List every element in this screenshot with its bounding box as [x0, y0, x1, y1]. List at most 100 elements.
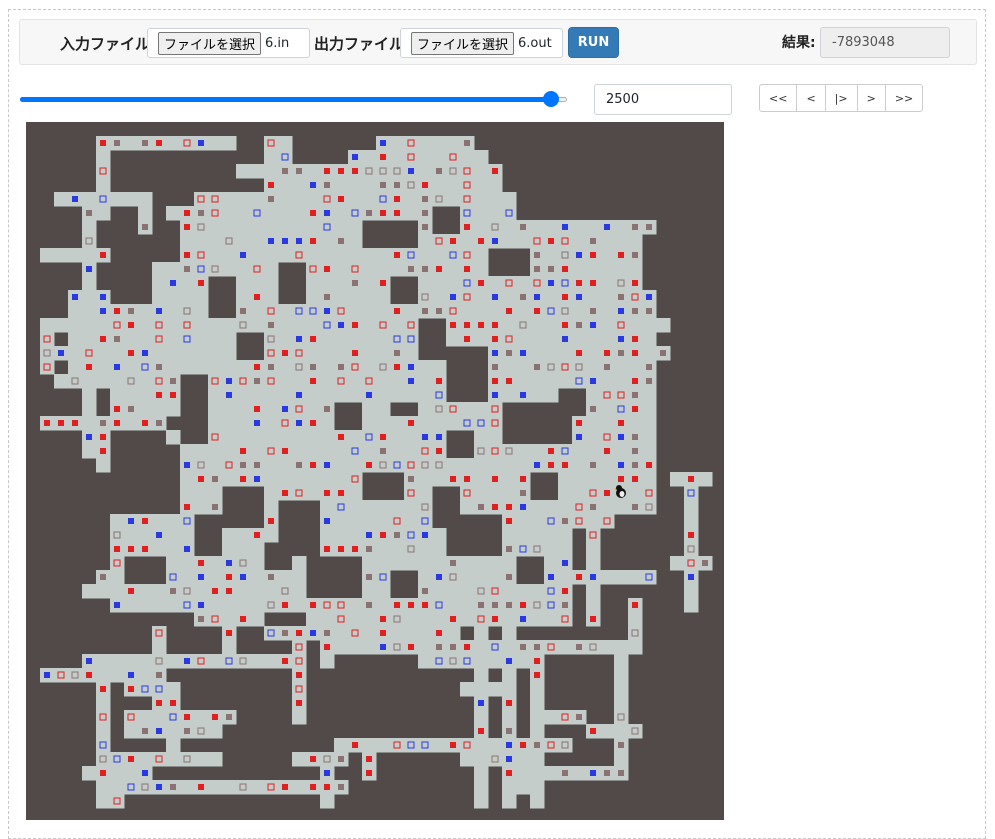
gray-item — [506, 602, 512, 608]
input-file-field[interactable]: ファイルを選択 6.in — [147, 28, 310, 58]
output-file-field[interactable]: ファイルを選択 6.out — [400, 28, 563, 58]
floor-cell — [460, 738, 475, 753]
floor-cell — [222, 640, 237, 655]
floor-cell — [474, 458, 489, 473]
red-item — [506, 700, 512, 706]
floor-cell — [432, 738, 447, 753]
floor-cell — [180, 136, 195, 151]
floor-cell — [460, 584, 475, 599]
floor-cell — [516, 444, 531, 459]
floor-cell — [250, 220, 265, 235]
floor-cell — [572, 458, 587, 473]
floor-cell — [292, 598, 307, 613]
floor-cell — [488, 206, 503, 221]
floor-cell — [208, 192, 223, 207]
red-item — [646, 462, 652, 468]
input-file-button[interactable]: ファイルを選択 — [158, 31, 262, 55]
floor-cell — [40, 248, 55, 263]
gray-item — [366, 210, 372, 216]
floor-cell — [320, 598, 335, 613]
floor-cell — [572, 500, 587, 515]
gray-item — [646, 364, 652, 370]
red-item — [436, 630, 442, 636]
run-button[interactable]: RUN — [568, 27, 619, 58]
red-item — [464, 322, 470, 328]
floor-cell — [460, 234, 475, 249]
blue-item — [548, 280, 554, 286]
floor-cell — [362, 178, 377, 193]
blue-item — [226, 392, 232, 398]
red-item — [156, 392, 162, 398]
red-item — [380, 616, 386, 622]
floor-cell — [320, 346, 335, 361]
floor-cell — [474, 430, 489, 445]
floor-cell — [292, 640, 307, 655]
floor-cell — [474, 290, 489, 305]
floor-cell — [152, 318, 167, 333]
red-item — [352, 546, 358, 552]
floor-cell — [544, 318, 559, 333]
floor-cell — [166, 682, 181, 697]
floor-cell — [572, 332, 587, 347]
floor-cell — [600, 262, 615, 277]
floor-cell — [432, 290, 447, 305]
blue-item — [506, 756, 512, 762]
red-item — [394, 252, 400, 258]
floor-cell — [642, 444, 657, 459]
floor-cell — [166, 752, 181, 767]
turn-slider[interactable] — [20, 91, 567, 107]
floor-cell — [348, 374, 363, 389]
slider-thumb[interactable] — [542, 91, 559, 107]
floor-cell — [474, 584, 489, 599]
floor-cell — [40, 346, 55, 361]
floor-cell — [236, 318, 251, 333]
floor-cell — [306, 318, 321, 333]
red-item — [114, 308, 120, 314]
floor-cell — [586, 220, 601, 235]
next-frame-button[interactable]: > — [856, 84, 886, 112]
blue-item — [128, 672, 134, 678]
floor-cell — [502, 206, 517, 221]
blue-item — [72, 196, 78, 202]
floor-cell — [264, 486, 279, 501]
floor-cell — [544, 388, 559, 403]
play-button[interactable]: |> — [824, 84, 858, 112]
floor-cell — [362, 360, 377, 375]
floor-cell — [432, 360, 447, 375]
blue-item — [520, 392, 526, 398]
blue-item — [156, 784, 162, 790]
gray-item — [198, 210, 204, 216]
floor-cell — [586, 360, 601, 375]
floor-cell — [334, 640, 349, 655]
red-item — [394, 210, 400, 216]
floor-cell — [474, 794, 489, 809]
output-file-button[interactable]: ファイルを選択 — [411, 31, 515, 55]
gray-item — [506, 350, 512, 356]
floor-cell — [544, 528, 559, 543]
gray-item — [170, 378, 176, 384]
gray-item — [240, 308, 246, 314]
floor-cell — [446, 248, 461, 263]
floor-cell — [292, 206, 307, 221]
floor-cell — [460, 178, 475, 193]
floor-cell — [376, 458, 391, 473]
floor-cell — [278, 584, 293, 599]
red-item — [366, 756, 372, 762]
floor-cell — [432, 458, 447, 473]
floor-cell — [54, 318, 69, 333]
gray-item — [604, 770, 610, 776]
floor-cell — [278, 178, 293, 193]
prev-frame-button[interactable]: < — [796, 84, 826, 112]
gray-item — [618, 294, 624, 300]
first-frame-button[interactable]: << — [759, 84, 798, 112]
turn-input[interactable]: 2500 — [594, 84, 732, 115]
red-item — [310, 420, 316, 426]
gray-item — [422, 308, 428, 314]
floor-cell — [96, 654, 111, 669]
floor-cell — [348, 612, 363, 627]
red-item — [310, 784, 316, 790]
floor-cell — [68, 668, 83, 683]
last-frame-button[interactable]: >> — [884, 84, 924, 112]
floor-cell — [516, 528, 531, 543]
floor-cell — [110, 654, 125, 669]
